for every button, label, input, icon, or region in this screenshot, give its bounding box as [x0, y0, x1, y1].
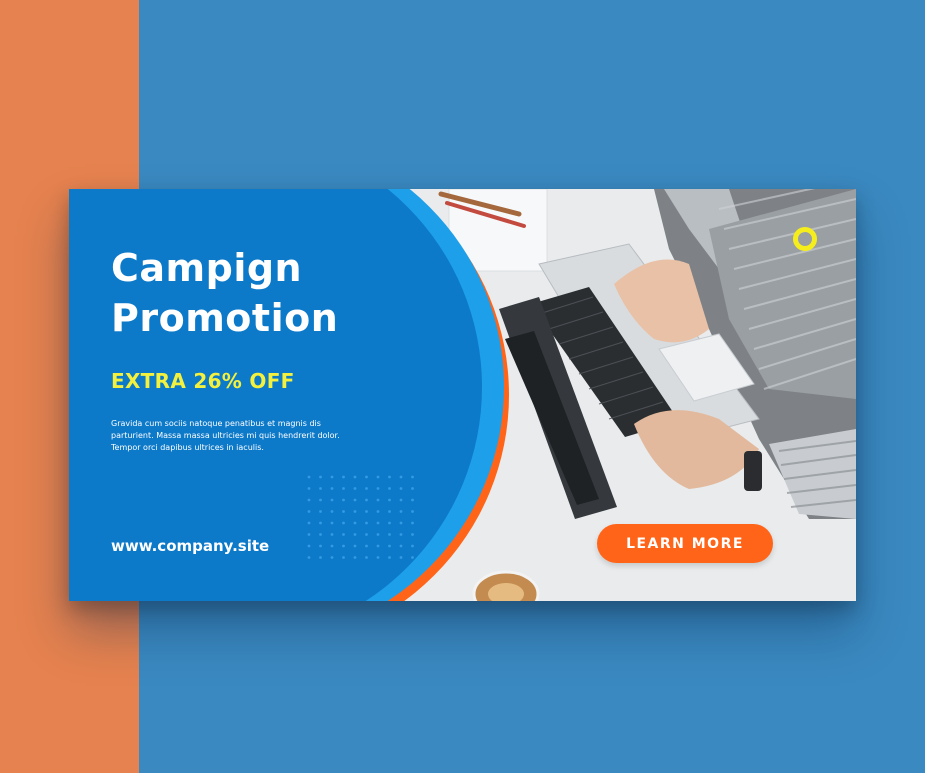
grid-dot: [376, 533, 380, 536]
grid-dot: [353, 556, 357, 559]
grid-dot: [342, 487, 345, 490]
grid-dot: [399, 521, 403, 525]
grid-dot: [388, 487, 391, 490]
grid-dot: [388, 475, 391, 479]
grid-dot: [399, 544, 403, 548]
grid-dot: [353, 533, 357, 536]
grid-dot: [307, 556, 311, 559]
grid-dot: [353, 544, 357, 548]
grid-dot: [342, 510, 345, 513]
grid-dot: [353, 510, 357, 513]
grid-dot: [365, 487, 368, 490]
grid-dot: [411, 510, 414, 513]
grid-dot: [376, 487, 380, 490]
grid-dot: [330, 544, 334, 548]
grid-dot: [411, 544, 414, 548]
grid-dot: [330, 521, 334, 525]
grid-dot: [307, 498, 311, 502]
grid-dot: [399, 510, 403, 513]
grid-dot: [319, 475, 322, 479]
headline-line-2: Promotion: [111, 296, 339, 340]
grid-dot: [376, 510, 380, 513]
grid-dot: [411, 521, 414, 525]
grid-dot: [399, 475, 403, 479]
grid-dot: [376, 544, 380, 548]
grid-dot: [365, 498, 368, 502]
grid-dot: [330, 510, 334, 513]
grid-dot: [411, 556, 414, 559]
grid-dot: [319, 533, 322, 536]
grid-dot: [319, 544, 322, 548]
headline-line-1: Campign: [111, 246, 303, 290]
grid-dot: [411, 533, 414, 536]
grid-dot: [376, 475, 380, 479]
grid-dot: [307, 487, 311, 490]
grid-dot: [399, 487, 403, 490]
grid-dot: [411, 487, 414, 490]
grid-dot: [319, 498, 322, 502]
grid-dot: [388, 556, 391, 559]
grid-dot: [353, 498, 357, 502]
headline: Campign Promotion: [111, 243, 338, 343]
grid-dot: [342, 556, 345, 559]
grid-dot: [376, 498, 380, 502]
grid-dot: [330, 487, 334, 490]
grid-dot: [330, 556, 334, 559]
grid-dot: [307, 475, 311, 479]
grid-dot: [342, 533, 345, 536]
grid-dot: [319, 487, 322, 490]
grid-dot: [365, 544, 368, 548]
grid-dot: [411, 498, 414, 502]
grid-dot: [388, 521, 391, 525]
grid-dot: [342, 521, 345, 525]
grid-dot: [388, 533, 391, 536]
grid-dot: [319, 510, 322, 513]
grid-dot: [307, 533, 311, 536]
grid-dot: [307, 521, 311, 525]
grid-dot: [399, 556, 403, 559]
discount-offer: EXTRA 26% OFF: [111, 369, 295, 393]
grid-dot: [411, 475, 414, 479]
grid-dot: [388, 544, 391, 548]
grid-dot: [319, 521, 322, 525]
grid-dot: [319, 556, 322, 559]
grid-dot: [342, 475, 345, 479]
grid-dot: [376, 521, 380, 525]
grid-dot: [330, 533, 334, 536]
grid-dot: [342, 498, 345, 502]
grid-dot: [365, 521, 368, 525]
grid-dot: [353, 487, 357, 490]
promo-banner: Campign Promotion EXTRA 26% OFF Gravida …: [69, 189, 856, 601]
grid-dot: [399, 533, 403, 536]
grid-dot: [388, 498, 391, 502]
grid-dot: [353, 521, 357, 525]
grid-dot: [353, 475, 357, 479]
grid-dot: [365, 475, 368, 479]
ring-icon: [793, 227, 817, 251]
grid-dot: [365, 510, 368, 513]
grid-dot: [376, 556, 380, 559]
grid-dot: [399, 498, 403, 502]
grid-dot: [365, 533, 368, 536]
grid-dot: [330, 498, 334, 502]
grid-dot: [307, 510, 311, 513]
grid-dot: [388, 510, 391, 513]
description-text: Gravida cum sociis natoque penatibus et …: [111, 419, 340, 452]
grid-dot: [342, 544, 345, 548]
website-link[interactable]: www.company.site: [111, 537, 269, 555]
learn-more-button[interactable]: LEARN MORE: [597, 524, 773, 563]
grid-dot: [365, 556, 368, 559]
grid-dot: [307, 544, 311, 548]
grid-dot: [330, 475, 334, 479]
